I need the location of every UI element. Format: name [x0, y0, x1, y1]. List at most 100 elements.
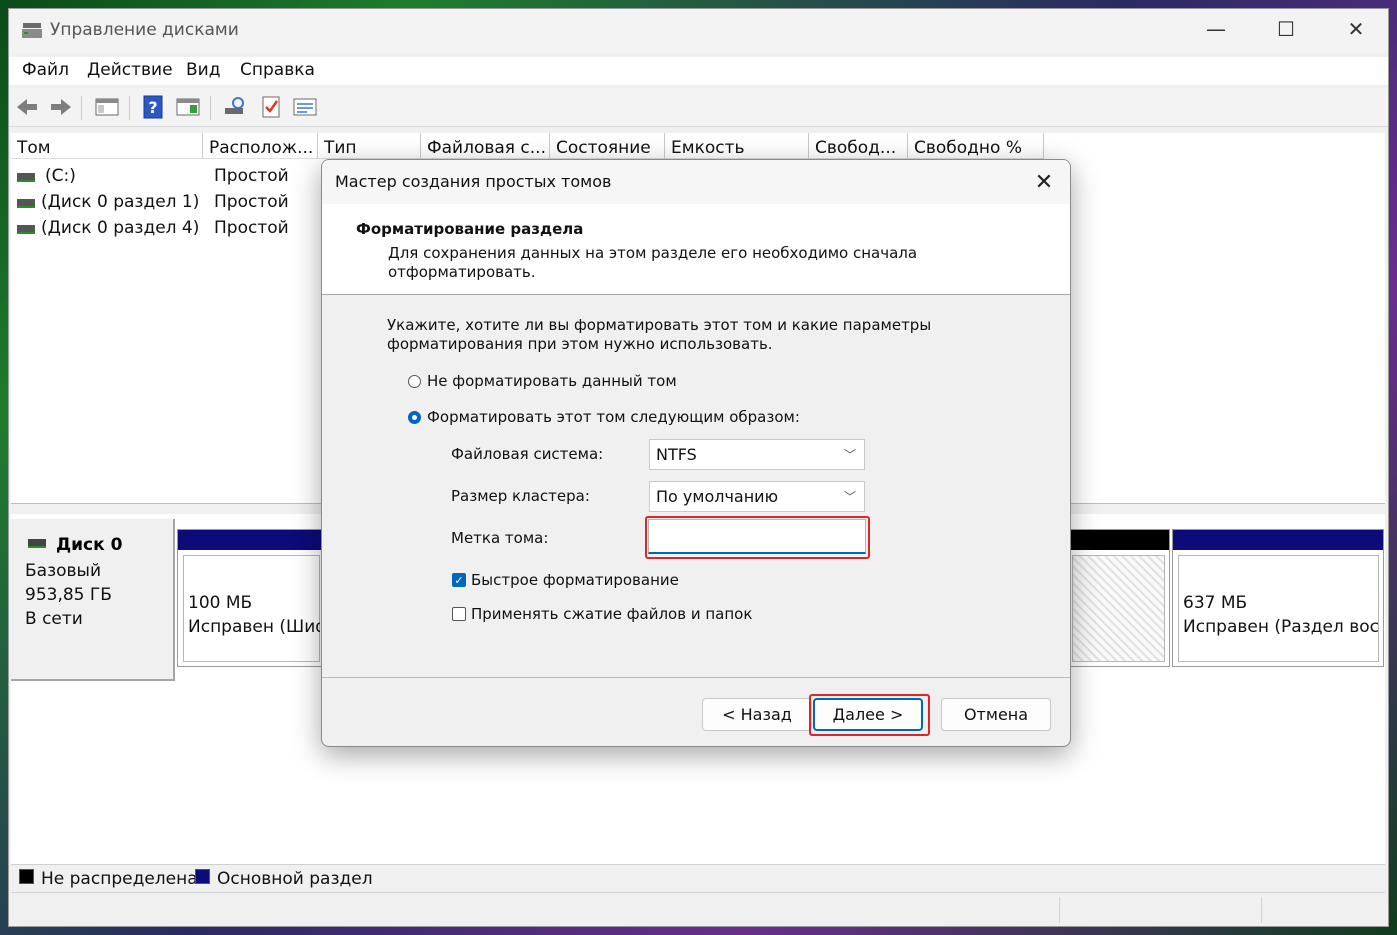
dialog-title: Мастер создания простых томов	[335, 172, 612, 191]
partition-unallocated[interactable]	[1066, 529, 1170, 667]
cluster-size-select[interactable]: По умолчанию ﹀	[649, 481, 865, 512]
dialog-header-subtitle: Для сохранения данных на этом разделе ег…	[388, 244, 918, 281]
radio-format-label: Форматировать этот том следующим образом…	[427, 408, 800, 426]
minimize-button[interactable]: —	[1181, 9, 1251, 49]
disk-management-app-icon	[22, 23, 42, 38]
quick-format-checkbox-row[interactable]: ✓ Быстрое форматирование	[452, 571, 679, 589]
svg-text:?: ?	[148, 98, 157, 117]
refresh-disk-icon[interactable]	[221, 93, 249, 121]
partition-status: Исправен (Шифр	[188, 617, 320, 637]
volume-icon	[17, 199, 35, 208]
quick-format-checkbox[interactable]: ✓	[452, 573, 466, 587]
volume-layout: Простой	[214, 166, 289, 186]
toolbar: ?	[9, 88, 1388, 127]
column-header-layout[interactable]: Располож...	[203, 133, 318, 159]
dialog-close-button[interactable]: ✕	[1026, 166, 1062, 198]
partition-bar	[178, 530, 324, 550]
check-icon[interactable]	[257, 93, 285, 121]
menu-help[interactable]: Справка	[240, 60, 315, 80]
volume-icon	[17, 225, 35, 234]
partition-status: Исправен (Раздел восс	[1183, 617, 1379, 637]
partition-size: 100 МБ	[188, 593, 253, 613]
volume-name: (Диск 0 раздел 4)	[41, 218, 200, 238]
disk-label[interactable]: Диск 0 Базовый 953,85 ГБ В сети	[11, 519, 175, 681]
disk-name: Диск 0	[56, 535, 123, 555]
dialog-header: Форматирование раздела Для сохранения да…	[322, 204, 1070, 295]
console-tree-icon[interactable]	[93, 93, 121, 121]
disk-size: 953,85 ГБ	[25, 585, 112, 605]
volume-icon	[17, 173, 35, 182]
radio-format[interactable]: Форматировать этот том следующим образом…	[408, 408, 800, 426]
column-header-volume[interactable]: Том	[11, 133, 203, 159]
legend-swatch-primary	[195, 869, 210, 884]
cluster-size-label: Размер кластера:	[451, 487, 590, 505]
properties-panel-icon[interactable]	[174, 93, 202, 121]
column-header-free-space[interactable]: Свобод...	[809, 133, 908, 159]
compression-checkbox[interactable]	[452, 607, 466, 621]
volume-row[interactable]: (C:) Простой	[11, 164, 341, 190]
close-window-button[interactable]: ✕	[1321, 9, 1388, 49]
filesystem-select[interactable]: NTFS ﹀	[649, 439, 865, 470]
volume-label-label: Метка тома:	[451, 529, 549, 547]
back-button[interactable]: < Назад	[702, 698, 812, 731]
chevron-down-icon: ﹀	[843, 448, 856, 462]
partition-recovery[interactable]: 637 МБ Исправен (Раздел восс	[1172, 529, 1384, 667]
forward-arrow-icon[interactable]	[47, 93, 75, 121]
cluster-size-value: По умолчанию	[656, 487, 779, 506]
new-simple-volume-wizard: Мастер создания простых томов ✕ Форматир…	[321, 159, 1071, 747]
legend-swatch-unallocated	[19, 869, 34, 884]
legend-label-primary: Основной раздел	[217, 869, 373, 889]
highlight-box-volume-label	[645, 516, 870, 559]
filesystem-value: NTFS	[656, 445, 697, 464]
menu-file[interactable]: Файл	[22, 60, 69, 80]
column-header-capacity[interactable]: Емкость	[665, 133, 809, 159]
menu-action[interactable]: Действие	[87, 60, 173, 80]
volume-row[interactable]: (Диск 0 раздел 1) Простой	[11, 190, 341, 216]
volume-name: (Диск 0 раздел 1)	[41, 192, 200, 212]
volume-row[interactable]: (Диск 0 раздел 4) Простой	[11, 216, 341, 242]
menu-bar: Файл Действие Вид Справка	[9, 57, 1388, 85]
partition-bar	[1067, 530, 1169, 550]
radio-no-format-circle[interactable]	[408, 374, 421, 388]
radio-no-format[interactable]: Не форматировать данный том	[408, 372, 677, 390]
toolbar-separator	[210, 96, 211, 120]
volume-layout: Простой	[214, 192, 289, 212]
maximize-button[interactable]: ☐	[1251, 9, 1321, 49]
partition-bar	[1173, 530, 1383, 550]
compression-label: Применять сжатие файлов и папок	[471, 605, 753, 623]
partition-hatch	[1072, 555, 1165, 662]
format-intro-text: Укажите, хотите ли вы форматировать этот…	[387, 316, 932, 353]
compression-checkbox-row[interactable]: Применять сжатие файлов и папок	[452, 605, 752, 623]
status-separator	[1261, 897, 1262, 923]
settings-list-icon[interactable]	[291, 93, 319, 121]
volume-layout: Простой	[214, 218, 289, 238]
toolbar-separator	[129, 96, 130, 120]
partition-size: 637 МБ	[1183, 593, 1248, 613]
disk-status: В сети	[25, 609, 83, 629]
legend-label-unallocated: Не распределена	[41, 869, 198, 889]
title-bar[interactable]: Управление дисками — ☐ ✕	[9, 9, 1388, 53]
disk-type: Базовый	[25, 561, 102, 581]
menu-view[interactable]: Вид	[186, 60, 220, 80]
column-header-filesystem[interactable]: Файловая с...	[421, 133, 550, 159]
radio-format-circle[interactable]	[408, 410, 421, 424]
dialog-header-title: Форматирование раздела	[356, 220, 584, 238]
legend: Не распределена Основной раздел	[11, 864, 1385, 891]
highlight-box-next	[809, 694, 930, 736]
radio-no-format-label: Не форматировать данный том	[427, 372, 677, 390]
partition-efi[interactable]: 100 МБ Исправен (Шифр	[177, 529, 325, 667]
column-header-free-percent[interactable]: Свободно %	[908, 133, 1044, 159]
dialog-title-bar[interactable]: Мастер создания простых томов ✕	[322, 160, 1070, 204]
window-title: Управление дисками	[50, 20, 239, 40]
disk-icon	[28, 539, 46, 548]
column-header-type[interactable]: Тип	[318, 133, 421, 159]
volume-name: (C:)	[45, 166, 76, 186]
column-header-status[interactable]: Состояние	[550, 133, 665, 159]
cancel-button[interactable]: Отмена	[941, 698, 1051, 731]
filesystem-label: Файловая система:	[451, 445, 604, 463]
back-arrow-icon[interactable]	[13, 93, 41, 121]
toolbar-separator	[81, 96, 82, 120]
quick-format-label: Быстрое форматирование	[471, 571, 679, 589]
help-icon[interactable]: ?	[139, 93, 167, 121]
status-bar	[11, 892, 1385, 926]
